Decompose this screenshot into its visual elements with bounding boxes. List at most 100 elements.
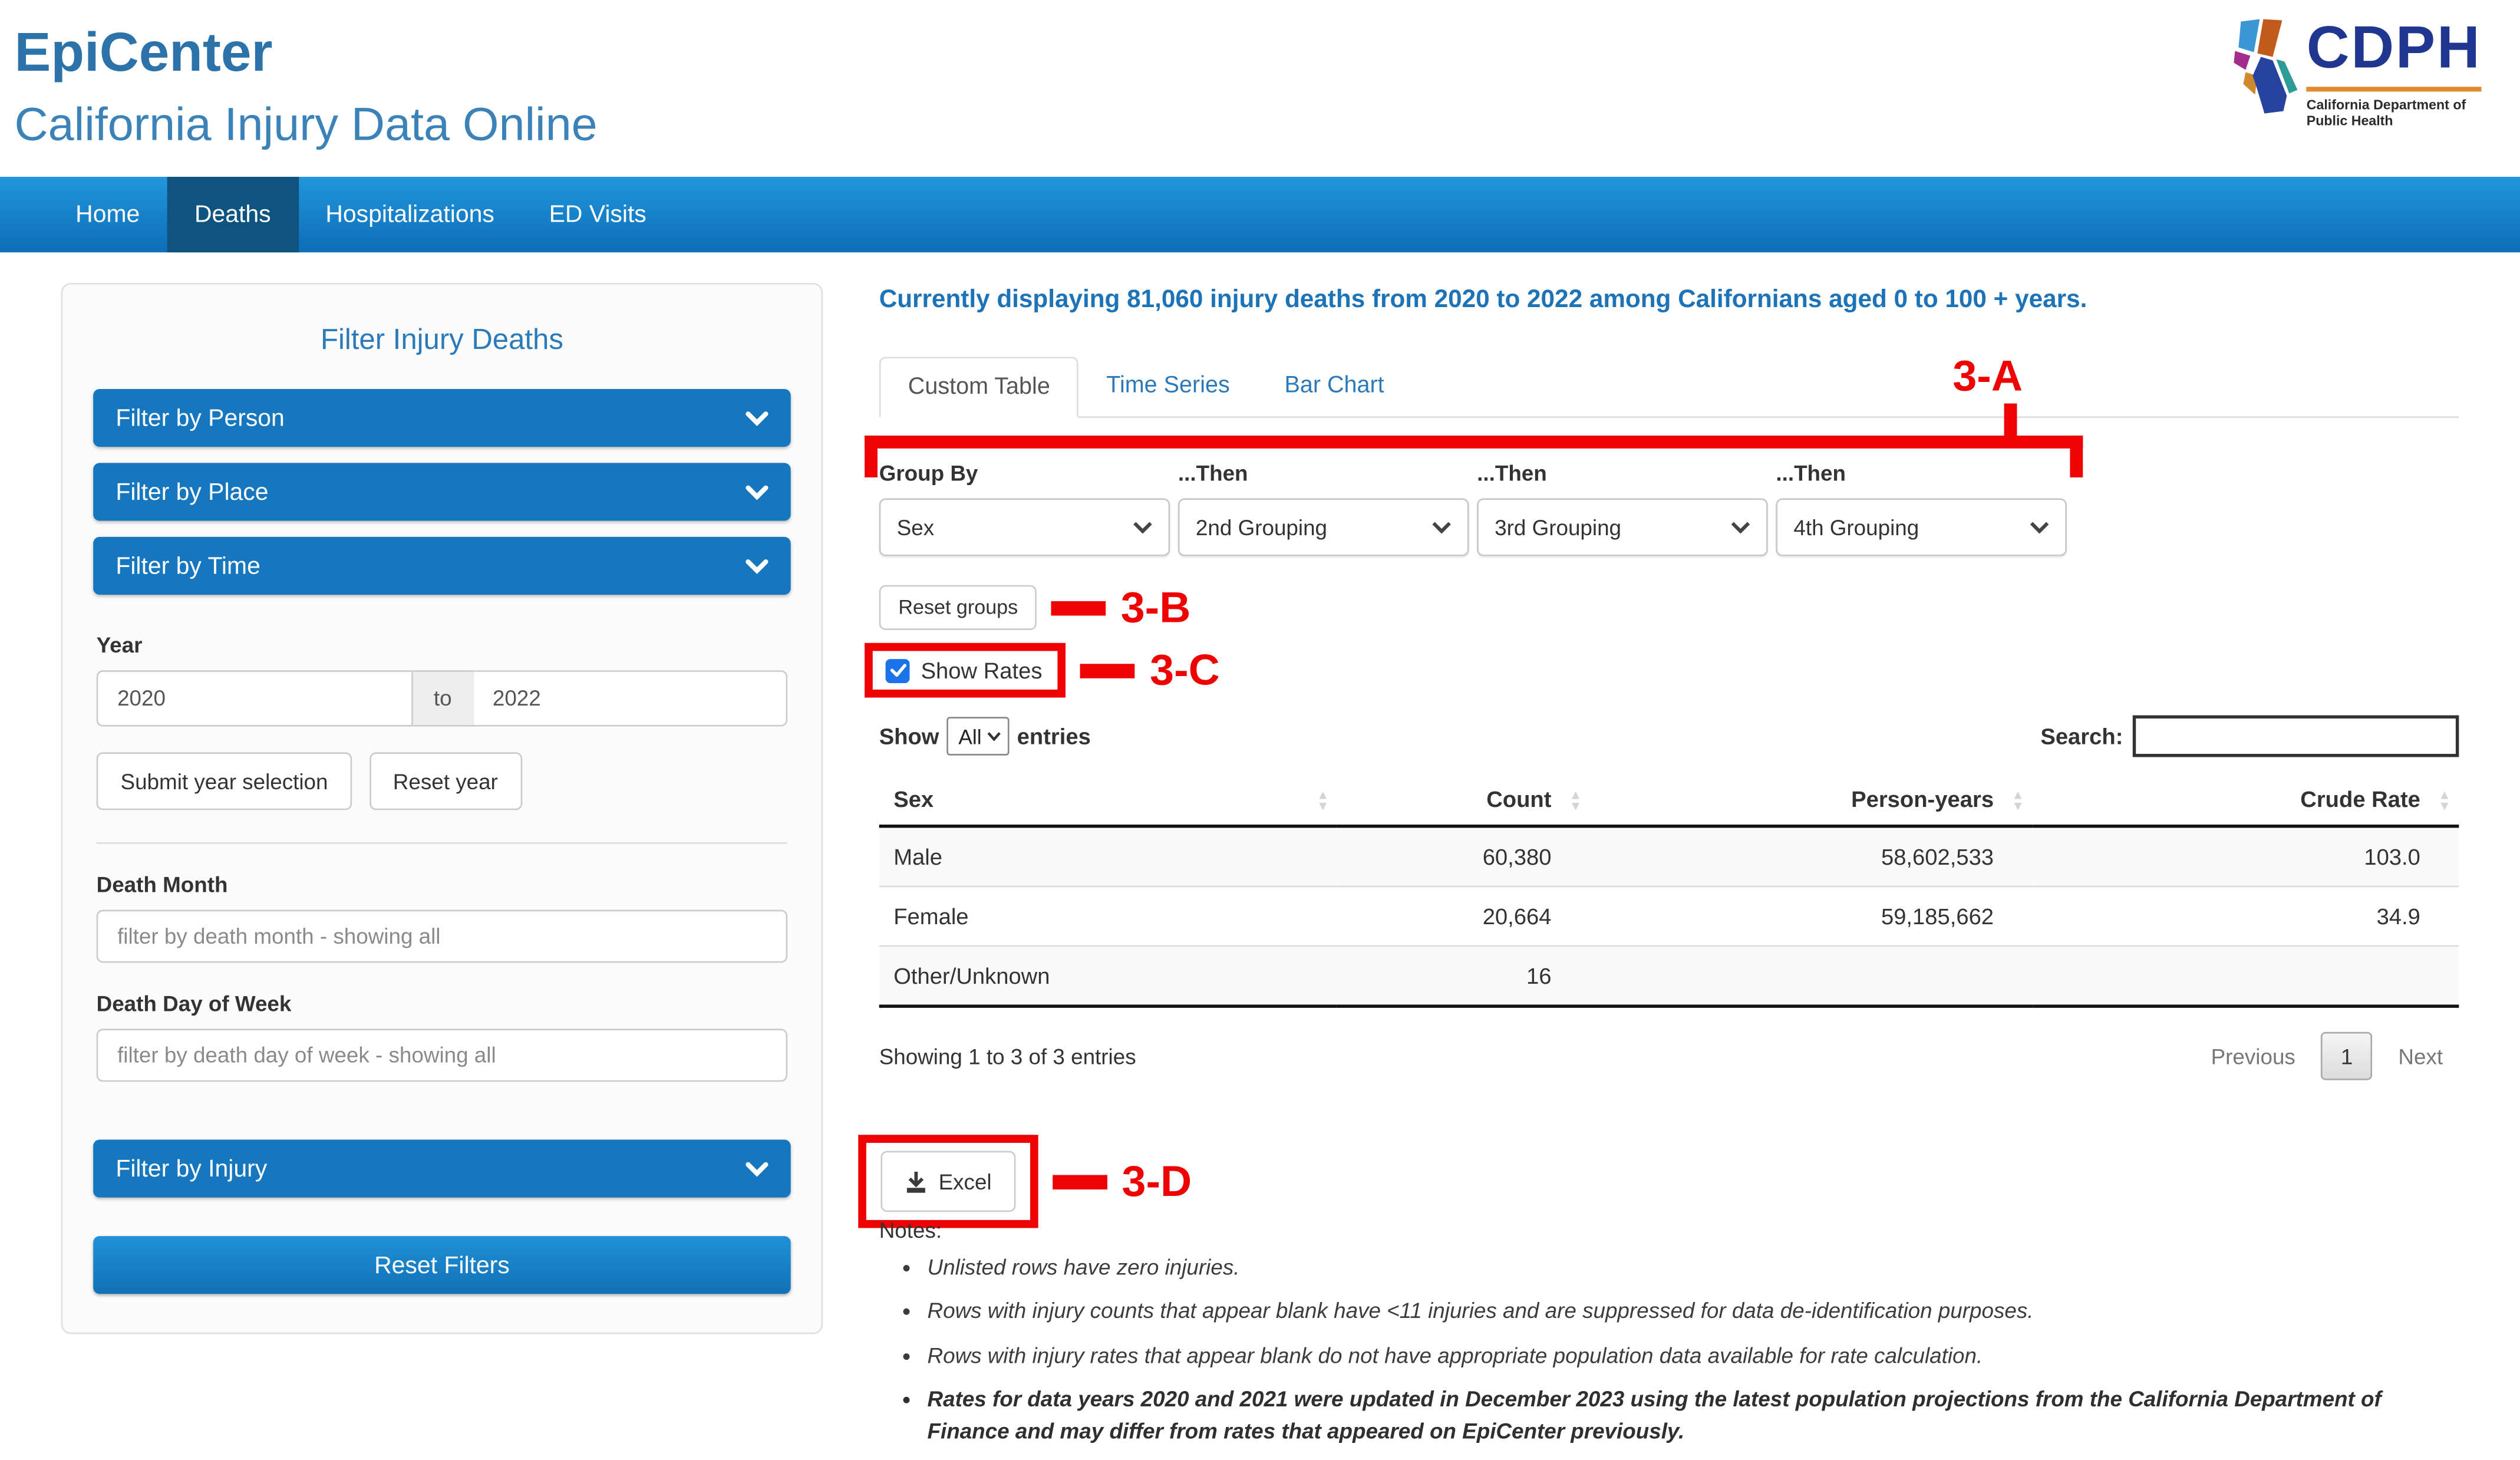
death-day-of-week-input[interactable] — [96, 1029, 788, 1082]
grouping-select-4[interactable]: 4th Grouping — [1776, 498, 2067, 556]
notes-section: Notes: Unlisted rows have zero injuries.… — [879, 1218, 2459, 1449]
accordion-filter-by-person[interactable]: Filter by Person — [93, 388, 791, 447]
show-rates-label: Show Rates — [921, 657, 1043, 683]
cell-crude-rate — [2032, 945, 2459, 1007]
annotation-3c-box: Show Rates — [865, 642, 1067, 698]
cdph-acronym: CDPH — [2306, 14, 2482, 81]
sort-icon: ▲ ▼ — [1316, 787, 1330, 813]
nav-item-home[interactable]: Home — [48, 177, 167, 252]
cell-crude-rate: 103.0 — [2364, 843, 2420, 870]
column-header-sex[interactable]: Sex ▲ ▼ — [879, 776, 1338, 828]
accordion-label: Filter by Person — [116, 404, 285, 432]
accordion-filter-by-time[interactable]: Filter by Time — [93, 536, 791, 595]
chevron-down-icon — [746, 1161, 768, 1176]
california-icon — [2234, 19, 2298, 114]
column-header-count[interactable]: Count ▲ ▼ — [1337, 776, 1590, 828]
cell-person-years: 58,602,533 — [1881, 843, 1994, 870]
notes-list: Unlisted rows have zero injuries. Rows w… — [879, 1252, 2430, 1448]
entries-select[interactable]: All — [947, 717, 1010, 756]
submit-year-button[interactable]: Submit year selection — [96, 752, 352, 810]
filter-panel-title: Filter Injury Deaths — [320, 323, 563, 355]
accordion-filter-by-place[interactable]: Filter by Place — [93, 463, 791, 521]
pagination-page-1[interactable]: 1 — [2321, 1031, 2373, 1080]
grouping-selects: Sex 2nd Grouping 3rd Grouping 4th Groupi… — [879, 498, 2459, 556]
cell-person-years — [1589, 945, 2033, 1007]
reset-groups-button[interactable]: Reset groups — [879, 585, 1037, 630]
grouping-select-3[interactable]: 3rd Grouping — [1477, 498, 1768, 556]
note-item: Rows with injury counts that appear blan… — [928, 1296, 2430, 1329]
then-label-4: ...Then — [1776, 461, 1846, 486]
column-header-crude-rate[interactable]: Crude Rate ▲ ▼ — [2032, 776, 2459, 828]
grouping-select-2-value: 2nd Grouping — [1195, 515, 1328, 539]
grouping-labels: Group By ...Then ...Then ...Then — [879, 462, 2459, 486]
app-title: EpiCenter — [14, 22, 273, 84]
grouping-select-2[interactable]: 2nd Grouping — [1177, 498, 1469, 556]
year-to-input[interactable] — [473, 670, 788, 727]
column-header-person-years[interactable]: Person-years ▲ ▼ — [1589, 776, 2033, 828]
tab-time-series[interactable]: Time Series — [1079, 357, 1257, 416]
notes-heading: Notes: — [879, 1218, 942, 1243]
reset-filters-button[interactable]: Reset Filters — [93, 1236, 791, 1294]
note-item: Unlisted rows have zero injuries. — [928, 1252, 2430, 1284]
search-input[interactable] — [2132, 715, 2459, 757]
annotation-3b-dash — [1051, 600, 1107, 615]
check-icon — [889, 664, 906, 677]
year-buttons: Submit year selection Reset year — [96, 752, 788, 810]
accordion-filter-by-injury[interactable]: Filter by Injury — [93, 1139, 791, 1198]
annotation-3a-connector — [2004, 403, 2017, 436]
death-day-of-week-label: Death Day of Week — [96, 991, 292, 1016]
death-month-label: Death Month — [96, 872, 228, 897]
chevron-down-icon — [1133, 522, 1152, 534]
entries-word-label: entries — [1017, 723, 1091, 749]
cell-person-years: 59,185,662 — [1589, 885, 2033, 946]
tab-bar: Custom Table Time Series Bar Chart — [879, 357, 2459, 418]
then-label-2: ...Then — [1177, 461, 1248, 486]
nav-item-deaths[interactable]: Deaths — [167, 176, 298, 253]
cell-crude-rate: 34.9 — [2032, 885, 2459, 946]
grouping-select-1-value: Sex — [896, 515, 935, 539]
page: EpiCenter California Injury Data Online … — [0, 0, 2520, 1443]
tab-bar-chart[interactable]: Bar Chart — [1257, 357, 1411, 416]
cell-sex: Other/Unknown — [879, 945, 1338, 1007]
page-header: EpiCenter California Injury Data Online … — [0, 0, 2520, 177]
show-rates-checkbox[interactable] — [885, 658, 910, 683]
chevron-down-icon — [746, 410, 768, 426]
cell-count: 16 — [1337, 945, 1590, 1007]
filter-panel: Filter Injury Deaths Filter by Person Fi… — [61, 282, 823, 1334]
pagination-previous[interactable]: Previous — [2195, 1044, 2311, 1068]
table-header-row: Sex ▲ ▼ Count ▲ ▼ Person-years ▲ ▼ Crude… — [879, 776, 2459, 828]
chevron-down-icon — [746, 558, 768, 574]
cell-sex: Female — [879, 885, 1338, 946]
logo-rule — [2306, 87, 2482, 92]
chevron-down-icon — [2030, 522, 2049, 534]
show-entries-label: Show — [879, 723, 939, 749]
reset-year-button[interactable]: Reset year — [368, 752, 522, 810]
annotation-3c-dash — [1080, 663, 1136, 678]
tab-custom-table[interactable]: Custom Table — [879, 357, 1079, 418]
accordion-label: Filter by Place — [116, 478, 269, 506]
year-to-addon: to — [412, 670, 474, 727]
pagination-next[interactable]: Next — [2382, 1044, 2459, 1068]
grouping-select-1[interactable]: Sex — [879, 498, 1170, 556]
year-range-group: to — [96, 670, 788, 727]
divider — [96, 842, 788, 844]
pagination: Showing 1 to 3 of 3 entries Previous 1 N… — [879, 1031, 2459, 1080]
excel-button[interactable]: Excel — [880, 1151, 1016, 1212]
summary-text: Currently displaying 81,060 injury death… — [879, 286, 2087, 314]
grouping-select-4-value: 4th Grouping — [1793, 515, 1919, 539]
nav-item-ed-visits[interactable]: ED Visits — [522, 177, 674, 252]
annotation-3d-box: Excel — [858, 1135, 1038, 1228]
note-item: Rates for data years 2020 and 2021 were … — [928, 1383, 2430, 1448]
nav-item-hospitalizations[interactable]: Hospitalizations — [298, 177, 522, 252]
year-from-input[interactable] — [96, 670, 413, 727]
annotation-3d-label: 3-D — [1122, 1156, 1192, 1205]
chevron-down-icon — [1432, 522, 1451, 534]
death-month-input[interactable] — [96, 909, 788, 963]
download-icon — [906, 1171, 925, 1192]
cdph-logo: CDPH California Department of Public Hea… — [2229, 14, 2482, 128]
sort-icon: ▲ ▼ — [2011, 787, 2024, 813]
note-item: Rows with injury rates that appear blank… — [928, 1340, 2430, 1372]
annotation-3b-label: 3-B — [1120, 582, 1191, 631]
search-label: Search: — [2040, 723, 2123, 749]
table-row: Female 20,664 59,185,662 34.9 — [879, 885, 2459, 946]
